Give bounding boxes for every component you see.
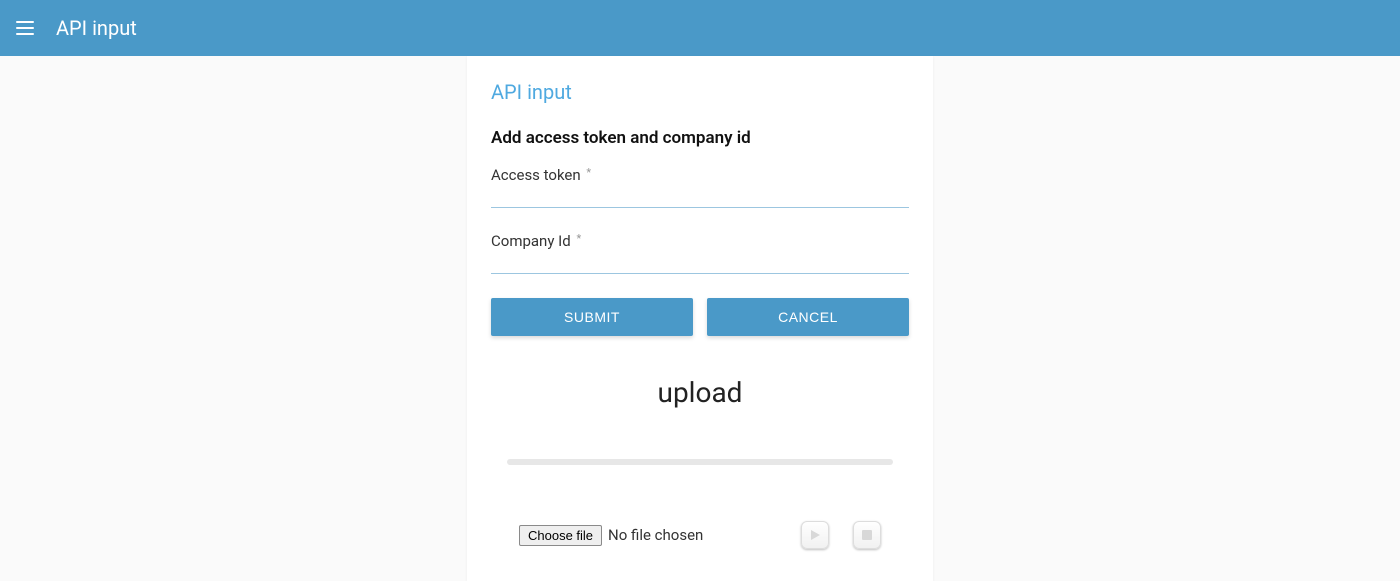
company-id-label: Company Id * bbox=[491, 232, 909, 252]
company-id-label-text: Company Id bbox=[491, 232, 571, 250]
upload-progress-bar bbox=[507, 459, 893, 465]
access-token-label: Access token * bbox=[491, 166, 909, 186]
hamburger-menu-icon[interactable] bbox=[16, 16, 40, 40]
play-icon bbox=[809, 529, 821, 541]
app-bar: API input bbox=[0, 0, 1400, 56]
page-content: API input Add access token and company i… bbox=[0, 56, 1400, 581]
form-button-row: SUBMIT CANCEL bbox=[491, 298, 909, 336]
file-input-row: Choose file No file chosen bbox=[491, 521, 909, 557]
upload-heading: upload bbox=[491, 376, 909, 409]
play-button[interactable] bbox=[801, 521, 829, 549]
section-heading: Add access token and company id bbox=[491, 128, 909, 148]
card-title: API input bbox=[491, 80, 909, 104]
company-id-input[interactable] bbox=[491, 252, 909, 274]
app-title: API input bbox=[56, 16, 137, 40]
required-marker: * bbox=[576, 232, 581, 245]
required-marker: * bbox=[586, 166, 591, 179]
stop-button[interactable] bbox=[853, 521, 881, 549]
choose-file-button[interactable]: Choose file bbox=[519, 525, 602, 546]
stop-icon bbox=[861, 529, 873, 541]
access-token-input[interactable] bbox=[491, 186, 909, 208]
file-status-text: No file chosen bbox=[608, 526, 703, 544]
company-id-field: Company Id * bbox=[491, 232, 909, 274]
cancel-button[interactable]: CANCEL bbox=[707, 298, 909, 336]
submit-button[interactable]: SUBMIT bbox=[491, 298, 693, 336]
api-input-card: API input Add access token and company i… bbox=[467, 56, 933, 581]
access-token-field: Access token * bbox=[491, 166, 909, 208]
access-token-label-text: Access token bbox=[491, 166, 581, 184]
